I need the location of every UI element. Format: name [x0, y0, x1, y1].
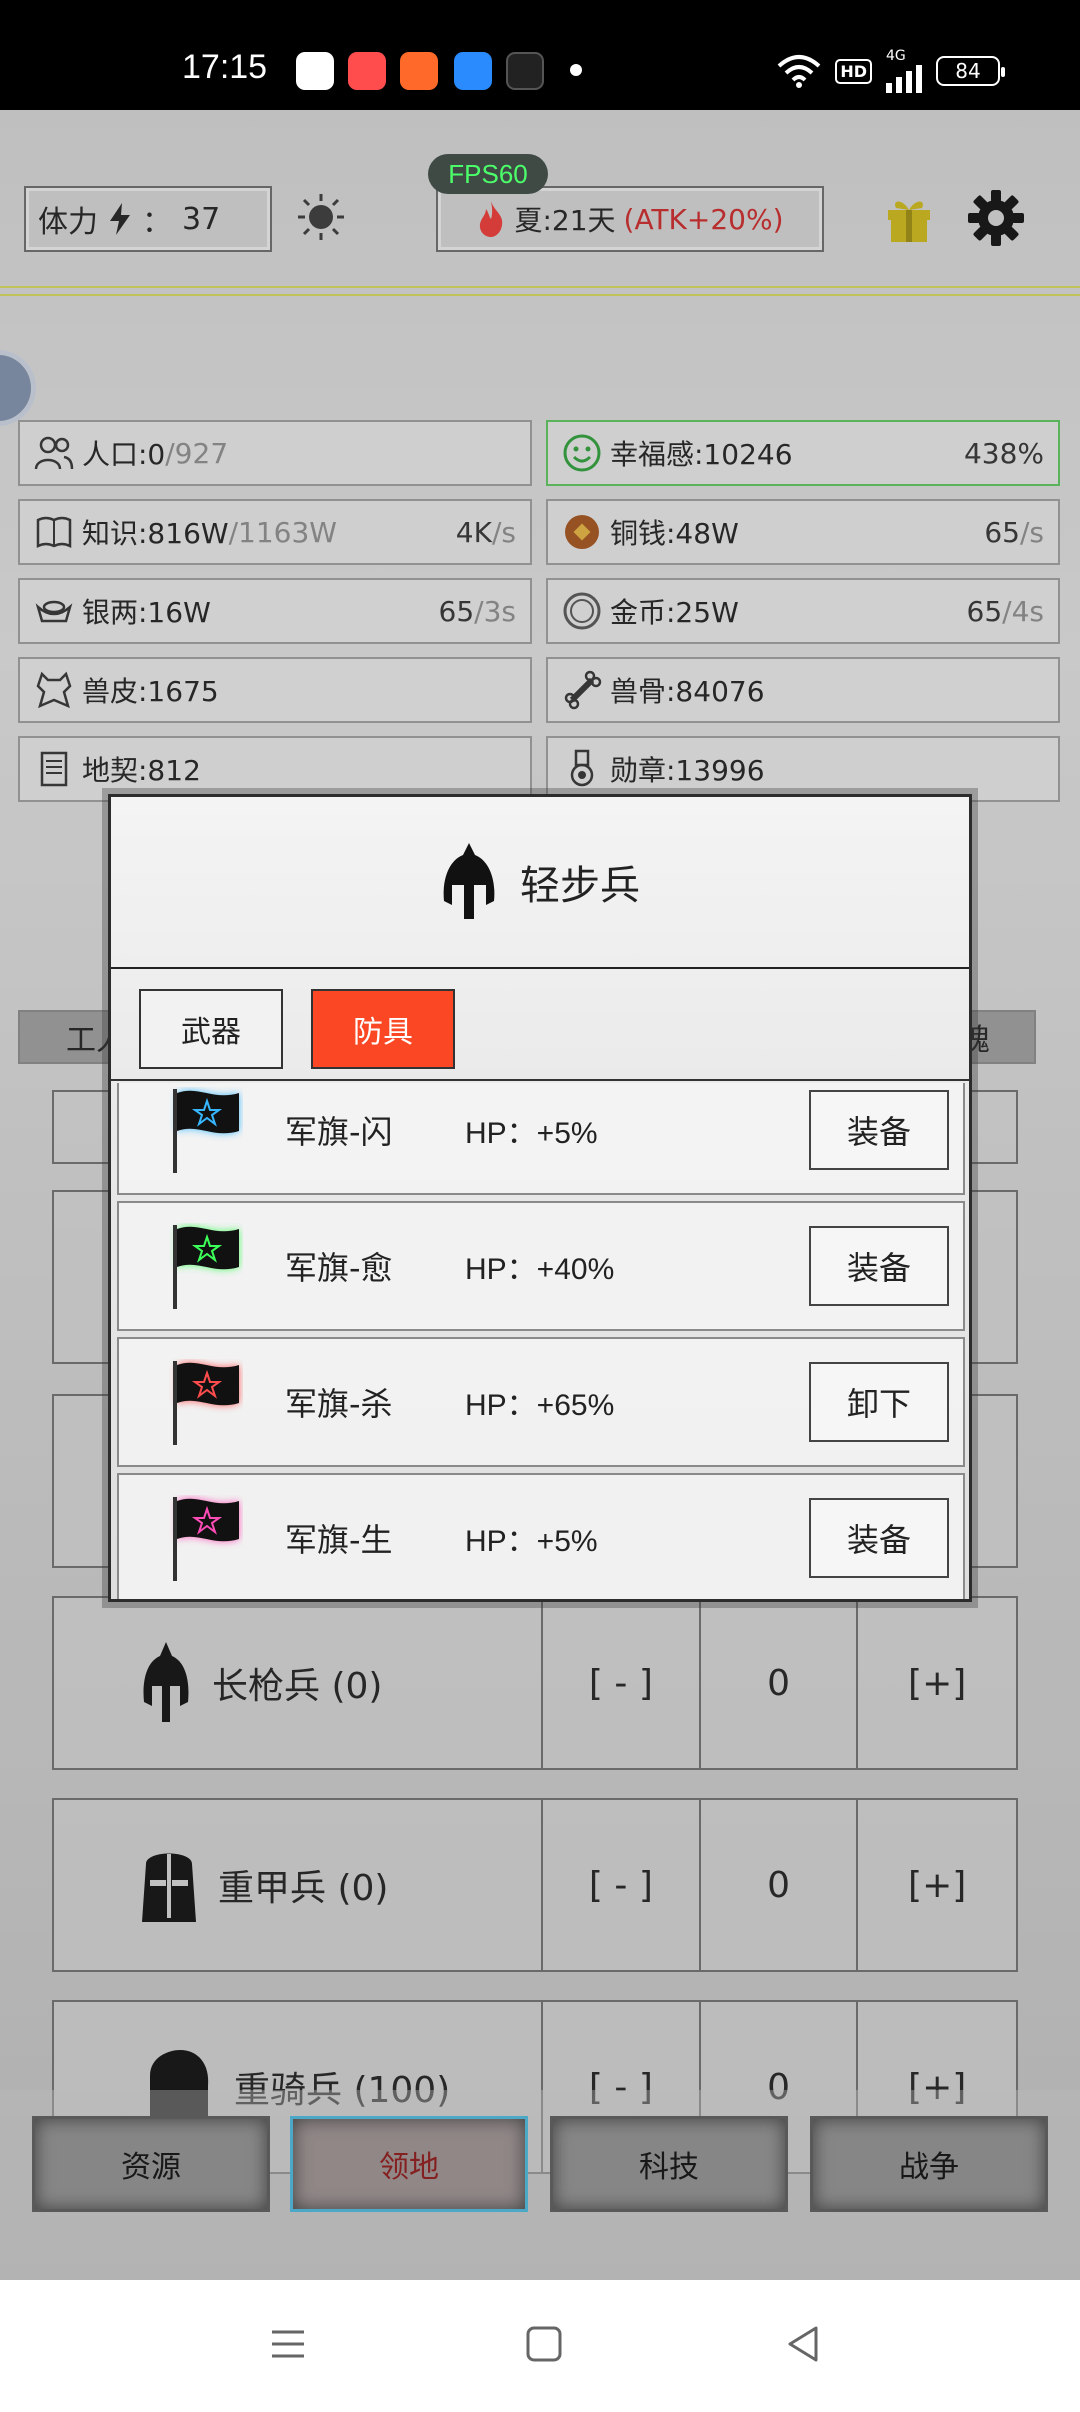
equipment-list: 军旗-闪 HP：+5% 装备 军旗-愈 HP：+40% 装备 军旗-杀 HP：+…	[111, 1083, 969, 1599]
equipment-item: 军旗-生 HP：+5% 装备	[117, 1473, 965, 1599]
equipment-item: 军旗-闪 HP：+5% 装备	[117, 1083, 965, 1195]
signal-icon	[886, 63, 922, 93]
tab-weapons[interactable]: 武器	[139, 989, 283, 1069]
tab-armor[interactable]: 防具	[311, 989, 455, 1069]
dialog-title: 轻步兵	[520, 863, 640, 909]
clock: 17:15	[182, 48, 268, 86]
home-icon[interactable]	[520, 2320, 568, 2368]
system-nav-bar	[0, 2280, 1080, 2412]
equipment-name: 军旗-杀	[285, 1385, 393, 1423]
flag-icon	[173, 1361, 239, 1445]
equipment-stat: HP：+5%	[465, 1117, 598, 1150]
listen-app-icon	[400, 52, 438, 90]
battery-icon: 84	[936, 56, 1005, 86]
equip-button[interactable]: 装备	[809, 1226, 949, 1306]
music-app-icon	[348, 52, 386, 90]
equip-button[interactable]: 装备	[809, 1090, 949, 1170]
hd-badge: HD	[835, 58, 872, 84]
equipment-name: 军旗-生	[285, 1521, 393, 1559]
wifi-icon	[777, 55, 821, 88]
equipment-item: 军旗-愈 HP：+40% 装备	[117, 1201, 965, 1331]
equipment-stat: HP：+5%	[465, 1525, 598, 1558]
equipment-item: 军旗-杀 HP：+65% 卸下	[117, 1337, 965, 1467]
dialog-header: 轻步兵	[111, 797, 969, 969]
light-infantry-helmet-icon	[443, 843, 495, 919]
cat-app-icon	[296, 52, 334, 90]
dialog-tabs: 武器 防具	[111, 971, 969, 1081]
blue-app-icon	[454, 52, 492, 90]
equipment-stat: HP：+65%	[465, 1389, 615, 1422]
equipment-name: 军旗-闪	[285, 1113, 393, 1151]
flag-icon	[173, 1497, 239, 1581]
equipment-dialog: 轻步兵 武器 防具 军旗-闪 HP：+5% 装备 军旗-愈 HP：+40% 装备…	[108, 794, 972, 1602]
back-icon[interactable]	[780, 2320, 828, 2368]
network-type: 4G	[886, 48, 906, 64]
unequip-button[interactable]: 卸下	[809, 1362, 949, 1442]
tiktok-icon	[506, 52, 544, 90]
battery-level: 84	[955, 59, 981, 83]
menu-icon[interactable]	[264, 2320, 312, 2368]
flag-icon	[173, 1225, 239, 1309]
equipment-stat: HP：+40%	[465, 1253, 615, 1286]
status-bar: 17:15 HD 4G 84	[0, 0, 1080, 110]
equipment-name: 军旗-愈	[285, 1249, 393, 1287]
notification-dot-icon	[570, 64, 582, 76]
fps-counter: FPS60	[428, 154, 548, 194]
equip-button[interactable]: 装备	[809, 1498, 949, 1578]
flag-icon	[173, 1089, 239, 1173]
